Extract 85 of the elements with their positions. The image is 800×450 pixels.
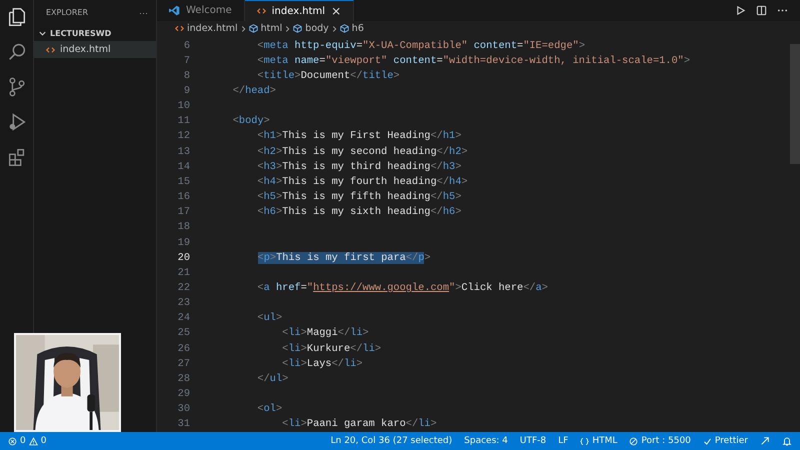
error-count[interactable]: 0 <box>20 436 26 446</box>
status-item[interactable]: HTML <box>580 436 618 446</box>
chevron-icon <box>332 24 337 33</box>
code-line: <title>Document</title> <box>256 70 400 82</box>
line-number: 10 <box>176 100 190 112</box>
line-number: 18 <box>176 221 190 234</box>
code-line: <li>Maggi</li> <box>281 327 369 340</box>
bell-icon[interactable] <box>782 436 792 446</box>
code-line: <h1>This is my First Heading</h1> <box>256 130 462 142</box>
split-editor-icon[interactable] <box>756 5 767 16</box>
code-line: <a href="https://www.google.com">Click here</a> <box>256 282 548 294</box>
line-number: 27 <box>176 358 190 370</box>
line-number: 31 <box>176 418 190 430</box>
code-line: <h4>This is my fourth heading</h4> <box>256 176 468 188</box>
code-line: <ul> <box>256 312 282 324</box>
code-line: <h6>This is my sixth heading</h6> <box>256 206 462 218</box>
code-line: </ul> <box>256 372 288 385</box>
line-number: 22 <box>176 282 190 294</box>
status-item[interactable]: UTF-8 <box>520 436 546 446</box>
chevron-icon <box>285 24 290 33</box>
warning-icon <box>28 436 38 446</box>
editor-tab[interactable]: index.html × <box>244 0 354 22</box>
app-logo-icon <box>169 5 180 16</box>
code-line: <h2>This is my second heading</h2> <box>256 146 468 158</box>
code-line: </head> <box>232 84 276 97</box>
braces-icon <box>580 436 590 446</box>
code-line: <meta http-equiv="X-UA-Compatible" content="IE=edge"> <box>256 40 585 52</box>
code-line: <h5>This is my fifth heading</h5> <box>256 191 462 204</box>
code-line: <body> <box>232 115 270 128</box>
line-number: 9 <box>182 84 190 97</box>
feedback-icon[interactable] <box>760 436 770 446</box>
line-number: 16 <box>176 191 190 204</box>
status-item[interactable]: Prettier <box>702 436 748 446</box>
error-icon <box>8 436 17 446</box>
code-file-icon <box>256 7 266 16</box>
cube-icon <box>248 24 258 34</box>
breadcrumb-item[interactable]: index.html <box>175 23 238 34</box>
warning-count[interactable]: 0 <box>40 436 46 446</box>
breadcrumb-item[interactable]: h6 <box>340 23 364 34</box>
more-button[interactable]: ··· <box>139 8 148 18</box>
breadcrumb-item[interactable]: body <box>293 23 329 34</box>
line-number: 6 <box>182 40 190 52</box>
line-number: 7 <box>182 54 190 67</box>
circle-slash-icon <box>629 436 638 446</box>
check-icon <box>702 436 712 446</box>
file-item[interactable]: index.html <box>34 41 156 58</box>
cube-icon <box>340 24 349 34</box>
status-item[interactable]: Spaces: 4 <box>464 436 508 446</box>
status-item[interactable]: LF <box>558 436 568 446</box>
code-line: <p>This is my first para</p> <box>258 252 431 264</box>
breadcrumb-item[interactable]: html <box>248 23 282 34</box>
line-number: 25 <box>176 327 190 340</box>
line-number: 26 <box>176 342 190 355</box>
code-line: <ol> <box>256 403 282 416</box>
line-number: 29 <box>176 388 190 400</box>
line-number: 15 <box>176 176 190 188</box>
run-icon[interactable] <box>735 5 746 16</box>
line-number: 11 <box>176 115 190 128</box>
code-line: <h3>This is my third heading</h3> <box>256 160 462 173</box>
code-file-icon <box>46 46 55 54</box>
close-icon[interactable]: × <box>331 4 342 18</box>
line-number: 21 <box>176 266 190 279</box>
line-number: 19 <box>176 236 190 249</box>
status-item[interactable]: Port : 5500 <box>629 436 691 446</box>
chevron-icon <box>240 24 246 33</box>
status-item[interactable]: Ln 20, Col 36 (27 selected) <box>330 436 452 446</box>
line-number: 20 <box>176 252 190 264</box>
line-number: 8 <box>182 70 190 82</box>
line-number: 24 <box>176 312 190 324</box>
code-file-icon <box>175 24 184 34</box>
line-number: 12 <box>176 130 190 142</box>
line-number: 14 <box>176 160 190 173</box>
code-line: <li>Kurkure</li> <box>281 342 382 355</box>
line-number: 13 <box>176 146 190 158</box>
line-number: 28 <box>176 372 190 385</box>
folder-item[interactable]: LECTURESWD <box>34 25 156 41</box>
code-line: <li>Lays</li> <box>281 358 363 370</box>
line-number: 23 <box>176 297 190 310</box>
scrollbar[interactable] <box>790 44 800 164</box>
line-number: 17 <box>176 206 190 218</box>
code-line: <li>Paani garam karo</li> <box>281 418 437 430</box>
explorer-title: EXPLORER <box>46 8 88 17</box>
line-number: 30 <box>176 403 190 416</box>
cube-icon <box>293 24 302 34</box>
code-line: <meta name="viewport" content="width=device-width, initial-scale=1.0"> <box>256 54 690 67</box>
